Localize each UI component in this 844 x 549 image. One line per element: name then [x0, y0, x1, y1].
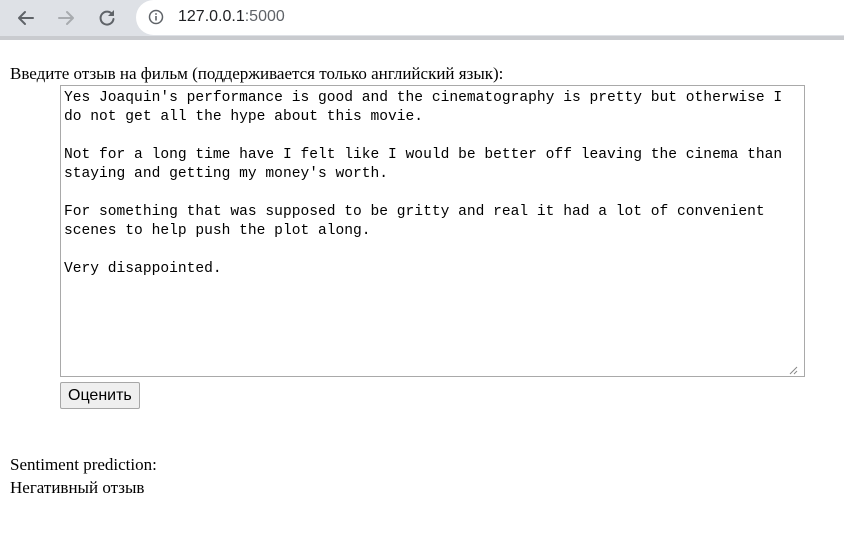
sentiment-result: Негативный отзыв: [10, 478, 145, 497]
review-prompt-label: Введите отзыв на фильм (поддерживается т…: [10, 64, 504, 83]
evaluate-button[interactable]: Оценить: [60, 382, 140, 409]
reload-icon: [99, 10, 115, 26]
forward-button[interactable]: [52, 5, 80, 31]
back-button[interactable]: [12, 5, 40, 31]
page-content: Введите отзыв на фильм (поддерживается т…: [0, 40, 844, 549]
info-icon[interactable]: [148, 9, 164, 25]
url-text: 127.0.0.1:5000: [178, 8, 285, 26]
review-textarea[interactable]: Yes Joaquin's performance is good and th…: [60, 85, 805, 377]
arrow-left-icon: [18, 11, 34, 25]
reload-button[interactable]: [93, 5, 121, 31]
sentiment-label: Sentiment prediction:: [10, 455, 157, 474]
url-port: :5000: [244, 8, 285, 25]
resize-grip-icon[interactable]: [788, 365, 798, 375]
browser-toolbar: 127.0.0.1:5000: [0, 0, 844, 38]
arrow-right-icon: [58, 11, 74, 25]
url-host: 127.0.0.1: [178, 8, 245, 25]
address-bar[interactable]: 127.0.0.1:5000: [136, 0, 844, 35]
